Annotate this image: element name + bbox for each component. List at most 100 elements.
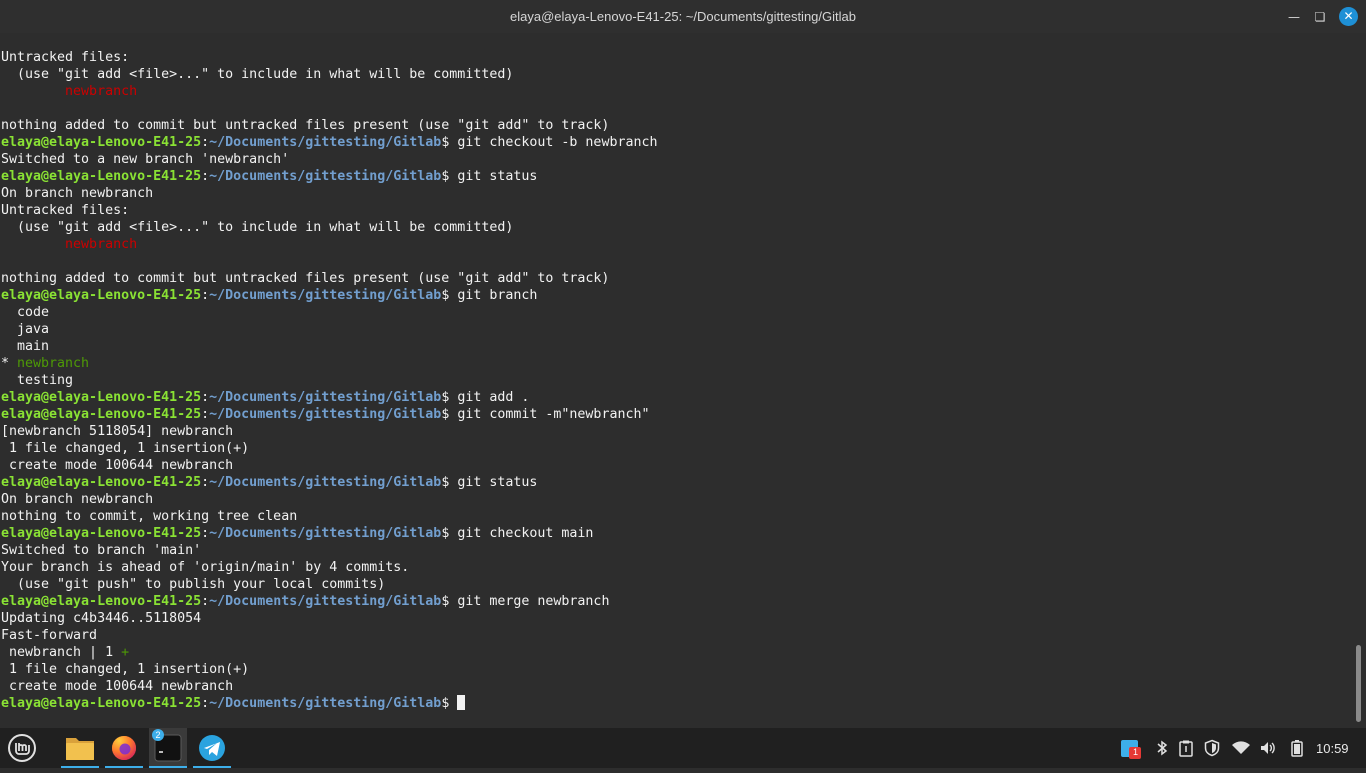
prompt-user-host: elaya@elaya-Lenovo-E41-25 bbox=[1, 594, 202, 609]
prompt-path: ~/Documents/gittesting/Gitlab bbox=[209, 169, 442, 184]
prompt-user-host: elaya@elaya-Lenovo-E41-25 bbox=[1, 526, 202, 541]
clipboard-icon[interactable] bbox=[1177, 739, 1195, 757]
prompt-user-host: elaya@elaya-Lenovo-E41-25 bbox=[1, 407, 202, 422]
prompt-dollar: $ bbox=[441, 390, 458, 405]
prompt-user-host: elaya@elaya-Lenovo-E41-25 bbox=[1, 169, 202, 184]
current-branch-name: newbranch bbox=[17, 356, 90, 371]
terminal-line: On branch newbranch bbox=[0, 491, 1366, 508]
command-text: git status bbox=[457, 169, 538, 184]
output-text: nothing added to commit but untracked fi… bbox=[1, 271, 610, 286]
terminal-line: Updating c4b3446..5118054 bbox=[0, 610, 1366, 627]
terminal-prompt-line: elaya@elaya-Lenovo-E41-25:~/Documents/gi… bbox=[0, 389, 1366, 406]
terminal-line: testing bbox=[0, 372, 1366, 389]
prompt-path: ~/Documents/gittesting/Gitlab bbox=[209, 594, 442, 609]
output-text: Untracked files: bbox=[1, 203, 130, 218]
prompt-colon: : bbox=[201, 407, 210, 422]
terminal-line: [newbranch 5118054] newbranch bbox=[0, 423, 1366, 440]
prompt-path: ~/Documents/gittesting/Gitlab bbox=[209, 135, 442, 150]
prompt-colon: : bbox=[201, 696, 210, 711]
terminal-line: Fast-forward bbox=[0, 627, 1366, 644]
prompt-dollar: $ bbox=[441, 169, 458, 184]
prompt-colon: : bbox=[201, 169, 210, 184]
linux-mint-menu-icon[interactable] bbox=[6, 732, 38, 764]
firefox-icon bbox=[112, 736, 136, 760]
terminal-scrollbar[interactable] bbox=[1356, 645, 1361, 722]
diffstat-text: newbranch | 1 bbox=[1, 645, 122, 660]
diffstat-plus: + bbox=[121, 645, 130, 660]
prompt-dollar: $ bbox=[441, 407, 458, 422]
output-text: [newbranch 5118054] newbranch bbox=[1, 424, 234, 439]
clock[interactable]: 10:59 bbox=[1316, 741, 1349, 756]
taskbar: 2 1 10:59 bbox=[0, 728, 1366, 768]
terminal-line: code bbox=[0, 304, 1366, 321]
prompt-dollar: $ bbox=[441, 696, 458, 711]
output-text: Switched to a new branch 'newbranch' bbox=[1, 152, 290, 167]
terminal-prompt-line: elaya@elaya-Lenovo-E41-25:~/Documents/gi… bbox=[0, 593, 1366, 610]
close-icon[interactable]: ✕ bbox=[1339, 7, 1358, 26]
terminal-line: nothing added to commit but untracked fi… bbox=[0, 117, 1366, 134]
prompt-colon: : bbox=[201, 390, 210, 405]
output-text: On branch newbranch bbox=[1, 186, 154, 201]
terminal-line: Switched to a new branch 'newbranch' bbox=[0, 151, 1366, 168]
output-text: create mode 100644 newbranch bbox=[1, 458, 234, 473]
prompt-user-host: elaya@elaya-Lenovo-E41-25 bbox=[1, 390, 202, 405]
prompt-colon: : bbox=[201, 475, 210, 490]
prompt-colon: : bbox=[201, 288, 210, 303]
terminal-line: * newbranch bbox=[0, 355, 1366, 372]
firefox-app[interactable] bbox=[105, 728, 143, 768]
terminal-line: newbranch bbox=[0, 236, 1366, 253]
shield-icon[interactable] bbox=[1203, 739, 1221, 757]
prompt-user-host: elaya@elaya-Lenovo-E41-25 bbox=[1, 288, 202, 303]
command-text: git checkout -b newbranch bbox=[457, 135, 658, 150]
output-text: nothing to commit, working tree clean bbox=[1, 509, 298, 524]
command-text: git merge newbranch bbox=[457, 594, 610, 609]
prompt-dollar: $ bbox=[441, 288, 458, 303]
minimize-icon[interactable]: — bbox=[1285, 8, 1303, 26]
telegram-app[interactable] bbox=[193, 728, 231, 768]
output-text: Fast-forward bbox=[1, 628, 98, 643]
output-text: testing bbox=[1, 373, 74, 388]
output-text: (use "git add <file>..." to include in w… bbox=[1, 67, 514, 82]
command-text: git status bbox=[457, 475, 538, 490]
restore-icon[interactable]: ❏ bbox=[1311, 8, 1329, 26]
output-text: code bbox=[1, 305, 50, 320]
volume-icon[interactable] bbox=[1259, 739, 1277, 757]
terminal-cursor bbox=[457, 695, 466, 710]
output-text: Your branch is ahead of 'origin/main' by… bbox=[1, 560, 410, 575]
prompt-user-host: elaya@elaya-Lenovo-E41-25 bbox=[1, 135, 202, 150]
output-text: (use "git push" to publish your local co… bbox=[1, 577, 386, 592]
terminal-prompt-line: elaya@elaya-Lenovo-E41-25:~/Documents/gi… bbox=[0, 287, 1366, 304]
output-text: 1 file changed, 1 insertion(+) bbox=[1, 662, 250, 677]
terminal-badge: 2 bbox=[152, 729, 164, 741]
prompt-path: ~/Documents/gittesting/Gitlab bbox=[209, 407, 442, 422]
output-text: On branch newbranch bbox=[1, 492, 154, 507]
prompt-colon: : bbox=[201, 526, 210, 541]
terminal-line: java bbox=[0, 321, 1366, 338]
terminal-prompt-line: elaya@elaya-Lenovo-E41-25:~/Documents/gi… bbox=[0, 474, 1366, 491]
update-manager-icon[interactable]: 1 bbox=[1120, 738, 1142, 760]
terminal-line: On branch newbranch bbox=[0, 185, 1366, 202]
terminal-output[interactable]: Untracked files: (use "git add <file>...… bbox=[0, 33, 1366, 728]
terminal-prompt-line: elaya@elaya-Lenovo-E41-25:~/Documents/gi… bbox=[0, 168, 1366, 185]
prompt-user-host: elaya@elaya-Lenovo-E41-25 bbox=[1, 696, 202, 711]
untracked-file: newbranch bbox=[1, 84, 138, 99]
update-badge: 1 bbox=[1133, 747, 1139, 757]
terminal-line: create mode 100644 newbranch bbox=[0, 457, 1366, 474]
terminal-prompt-line: elaya@elaya-Lenovo-E41-25:~/Documents/gi… bbox=[0, 525, 1366, 542]
prompt-path: ~/Documents/gittesting/Gitlab bbox=[209, 288, 442, 303]
wifi-icon[interactable] bbox=[1231, 739, 1250, 757]
terminal-app[interactable]: 2 bbox=[149, 728, 187, 768]
terminal-line: Untracked files: bbox=[0, 49, 1366, 66]
output-text: Switched to branch 'main' bbox=[1, 543, 202, 558]
prompt-path: ~/Documents/gittesting/Gitlab bbox=[209, 696, 442, 711]
terminal-line: 1 file changed, 1 insertion(+) bbox=[0, 661, 1366, 678]
prompt-dollar: $ bbox=[441, 135, 458, 150]
files-app[interactable] bbox=[61, 728, 99, 768]
terminal-line: Your branch is ahead of 'origin/main' by… bbox=[0, 559, 1366, 576]
terminal-prompt-line: elaya@elaya-Lenovo-E41-25:~/Documents/gi… bbox=[0, 406, 1366, 423]
battery-icon[interactable] bbox=[1288, 739, 1306, 757]
title-bar: elaya@elaya-Lenovo-E41-25: ~/Documents/g… bbox=[0, 0, 1366, 33]
prompt-path: ~/Documents/gittesting/Gitlab bbox=[209, 390, 442, 405]
terminal-line: newbranch bbox=[0, 83, 1366, 100]
bluetooth-icon[interactable] bbox=[1153, 739, 1171, 757]
